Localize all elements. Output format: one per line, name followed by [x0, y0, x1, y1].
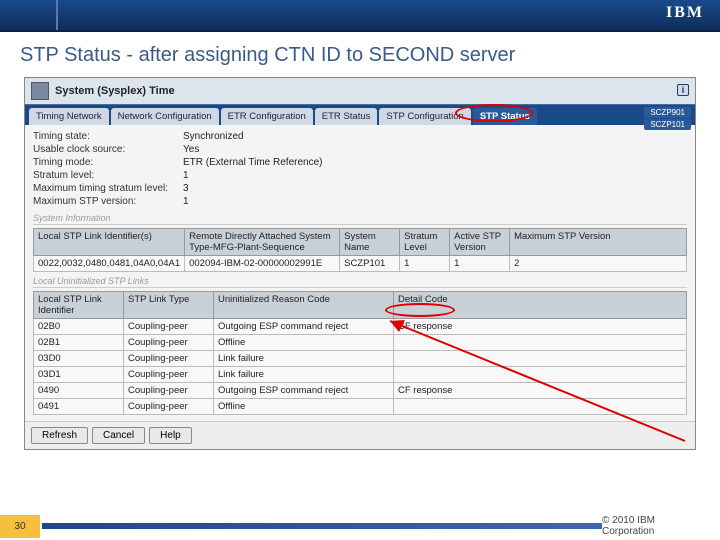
table-row[interactable]: 0490Coupling-peerOutgoing ESP command re… [34, 383, 687, 399]
section-uninit-links: Local Uninitialized STP Links [33, 276, 687, 288]
cell: Outgoing ESP command reject [214, 383, 394, 399]
cell [394, 367, 687, 383]
cell [394, 335, 687, 351]
server-label-1: SCZP901 [644, 107, 691, 118]
cell: 1 [450, 256, 510, 272]
cell: 02B0 [34, 319, 124, 335]
help-button[interactable]: Help [149, 427, 192, 444]
tab-etr-configuration[interactable]: ETR Configuration [221, 108, 313, 125]
cell: Offline [214, 335, 394, 351]
col-header: Detail Code [394, 292, 687, 319]
slide-title: STP Status - after assigning CTN ID to S… [0, 32, 720, 77]
tab-network-configuration[interactable]: Network Configuration [111, 108, 219, 125]
info-icon[interactable]: i [677, 84, 689, 96]
footer: 30 © 2010 IBM Corporation [0, 512, 720, 540]
table-row[interactable]: 02B1Coupling-peerOffline [34, 335, 687, 351]
sysinfo-table: Local STP Link Identifier(s) Remote Dire… [33, 228, 687, 272]
cell: Coupling-peer [124, 351, 214, 367]
sysplex-icon [31, 82, 49, 100]
cell: 2 [510, 256, 687, 272]
cell: 002094-IBM-02-00000002991E [185, 256, 340, 272]
cell: Link failure [214, 367, 394, 383]
panel-body: Timing state:Synchronized Usable clock s… [25, 125, 695, 421]
status-label: Maximum STP version: [33, 196, 183, 207]
panel-header: System (Sysplex) Time i [25, 78, 695, 105]
cell: Coupling-peer [124, 383, 214, 399]
table-row[interactable]: 0491Coupling-peerOffline [34, 399, 687, 415]
tab-stp-status[interactable]: STP Status [473, 108, 537, 125]
tab-etr-status[interactable]: ETR Status [315, 108, 378, 125]
cell [394, 351, 687, 367]
footer-bar [42, 523, 602, 529]
cell: CF response [394, 319, 687, 335]
cell: Coupling-peer [124, 319, 214, 335]
status-value: Yes [183, 144, 687, 155]
status-value: Synchronized [183, 131, 687, 142]
status-grid: Timing state:Synchronized Usable clock s… [33, 131, 687, 207]
status-label: Timing mode: [33, 157, 183, 168]
cell: Coupling-peer [124, 367, 214, 383]
col-header: Maximum STP Version [510, 229, 687, 256]
table-row[interactable]: 0022,0032,0480,0481,04A0,04A1 002094-IBM… [34, 256, 687, 272]
tabs-row: Timing Network Network Configuration ETR… [25, 105, 695, 125]
col-header: Remote Directly Attached System Type-MFG… [185, 229, 340, 256]
table-row[interactable]: 02B0Coupling-peerOutgoing ESP command re… [34, 319, 687, 335]
cell: Outgoing ESP command reject [214, 319, 394, 335]
status-label: Timing state: [33, 131, 183, 142]
cell [394, 399, 687, 415]
table-header-row: Local STP Link Identifier STP Link Type … [34, 292, 687, 319]
col-header: System Name [340, 229, 400, 256]
status-value: 3 [183, 183, 687, 194]
cell: Coupling-peer [124, 399, 214, 415]
col-header: Local STP Link Identifier [34, 292, 124, 319]
col-header: Uninitialized Reason Code [214, 292, 394, 319]
status-value: 1 [183, 170, 687, 181]
cell: 1 [400, 256, 450, 272]
status-value: ETR (External Time Reference) [183, 157, 687, 168]
col-header: STP Link Type [124, 292, 214, 319]
col-header: Active STP Version [450, 229, 510, 256]
col-header: Local STP Link Identifier(s) [34, 229, 185, 256]
table-row[interactable]: 03D1Coupling-peerLink failure [34, 367, 687, 383]
section-system-information: System Information [33, 213, 687, 225]
divider [56, 0, 58, 30]
table-header-row: Local STP Link Identifier(s) Remote Dire… [34, 229, 687, 256]
page-number: 30 [0, 515, 40, 538]
tab-timing-network[interactable]: Timing Network [29, 108, 109, 125]
status-label: Usable clock source: [33, 144, 183, 155]
cell: CF response [394, 383, 687, 399]
top-bar: IBM [0, 0, 720, 32]
button-row: Refresh Cancel Help [25, 421, 695, 449]
ibm-logo: IBM [666, 4, 704, 22]
cell: 0022,0032,0480,0481,04A0,04A1 [34, 256, 185, 272]
server-labels: SCZP901 SCZP101 [644, 107, 691, 130]
uninit-table: Local STP Link Identifier STP Link Type … [33, 291, 687, 415]
table-row[interactable]: 03D0Coupling-peerLink failure [34, 351, 687, 367]
cell: 02B1 [34, 335, 124, 351]
col-header: Stratum Level [400, 229, 450, 256]
cell: 0490 [34, 383, 124, 399]
cell: 03D0 [34, 351, 124, 367]
cell: 0491 [34, 399, 124, 415]
panel: System (Sysplex) Time i Timing Network N… [24, 77, 696, 450]
status-label: Stratum level: [33, 170, 183, 181]
tab-stp-configuration[interactable]: STP Configuration [379, 108, 470, 125]
refresh-button[interactable]: Refresh [31, 427, 88, 444]
server-label-2: SCZP101 [644, 119, 691, 130]
cell: 03D1 [34, 367, 124, 383]
cell: SCZP101 [340, 256, 400, 272]
status-label: Maximum timing stratum level: [33, 183, 183, 194]
cell: Link failure [214, 351, 394, 367]
cell: Coupling-peer [124, 335, 214, 351]
copyright: © 2010 IBM Corporation [602, 515, 700, 537]
cell: Offline [214, 399, 394, 415]
cancel-button[interactable]: Cancel [92, 427, 145, 444]
panel-title: System (Sysplex) Time [55, 85, 175, 97]
status-value: 1 [183, 196, 687, 207]
